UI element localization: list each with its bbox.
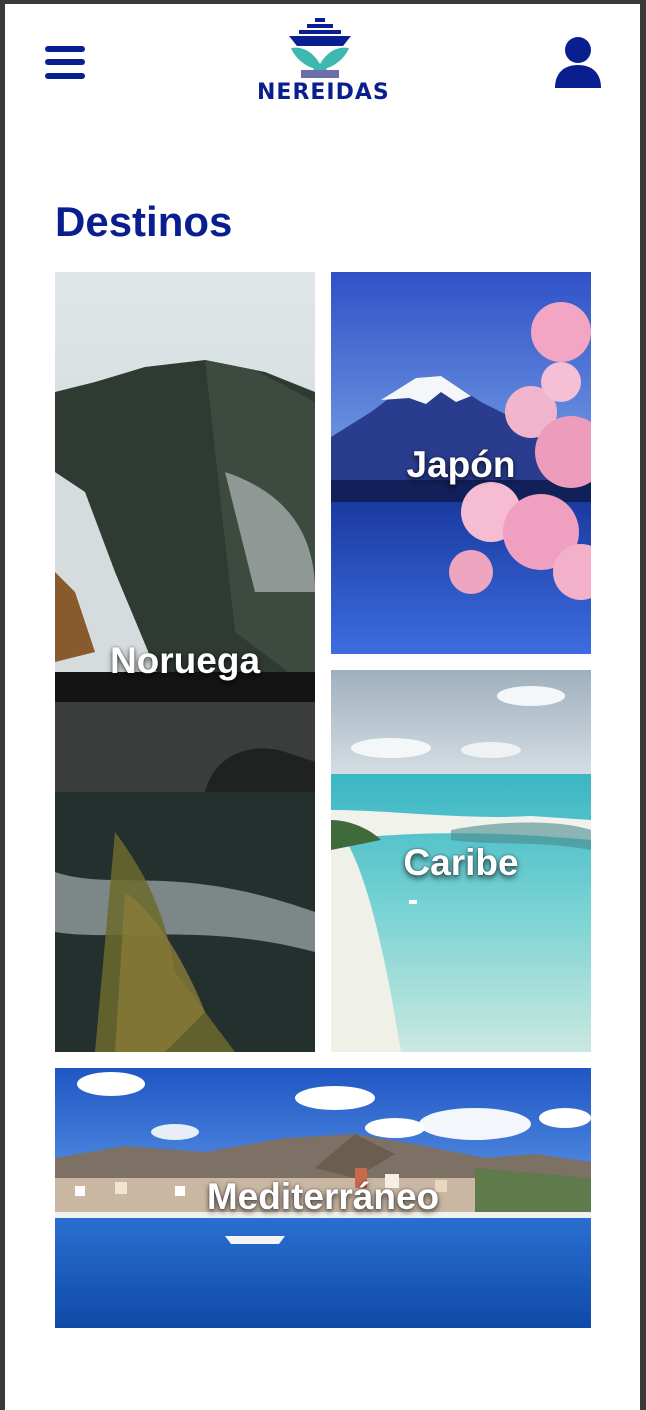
nereidas-logo[interactable]: NEREIDAS <box>257 16 390 108</box>
destination-label: Japón <box>406 444 516 485</box>
destination-label: Noruega <box>109 640 261 681</box>
logo-text: NEREIDAS <box>257 80 390 105</box>
destination-card-japon[interactable]: Japón <box>331 272 591 654</box>
ship-tail-logo-icon <box>289 18 351 78</box>
user-icon[interactable] <box>555 36 601 88</box>
app-screen: NEREIDAS Destinos Noruega Japón Caribe M… <box>5 4 640 1410</box>
destination-card-mediterraneo[interactable]: Mediterráneo <box>55 1068 591 1328</box>
destination-label: Mediterráneo <box>206 1176 440 1217</box>
destination-card-caribe[interactable]: Caribe <box>331 670 591 1052</box>
app-header: NEREIDAS <box>5 4 640 124</box>
hamburger-menu-icon[interactable] <box>45 45 85 81</box>
destination-card-noruega[interactable]: Noruega <box>55 272 315 1052</box>
page-title: Destinos <box>55 198 233 245</box>
destination-label: Caribe <box>403 842 519 883</box>
